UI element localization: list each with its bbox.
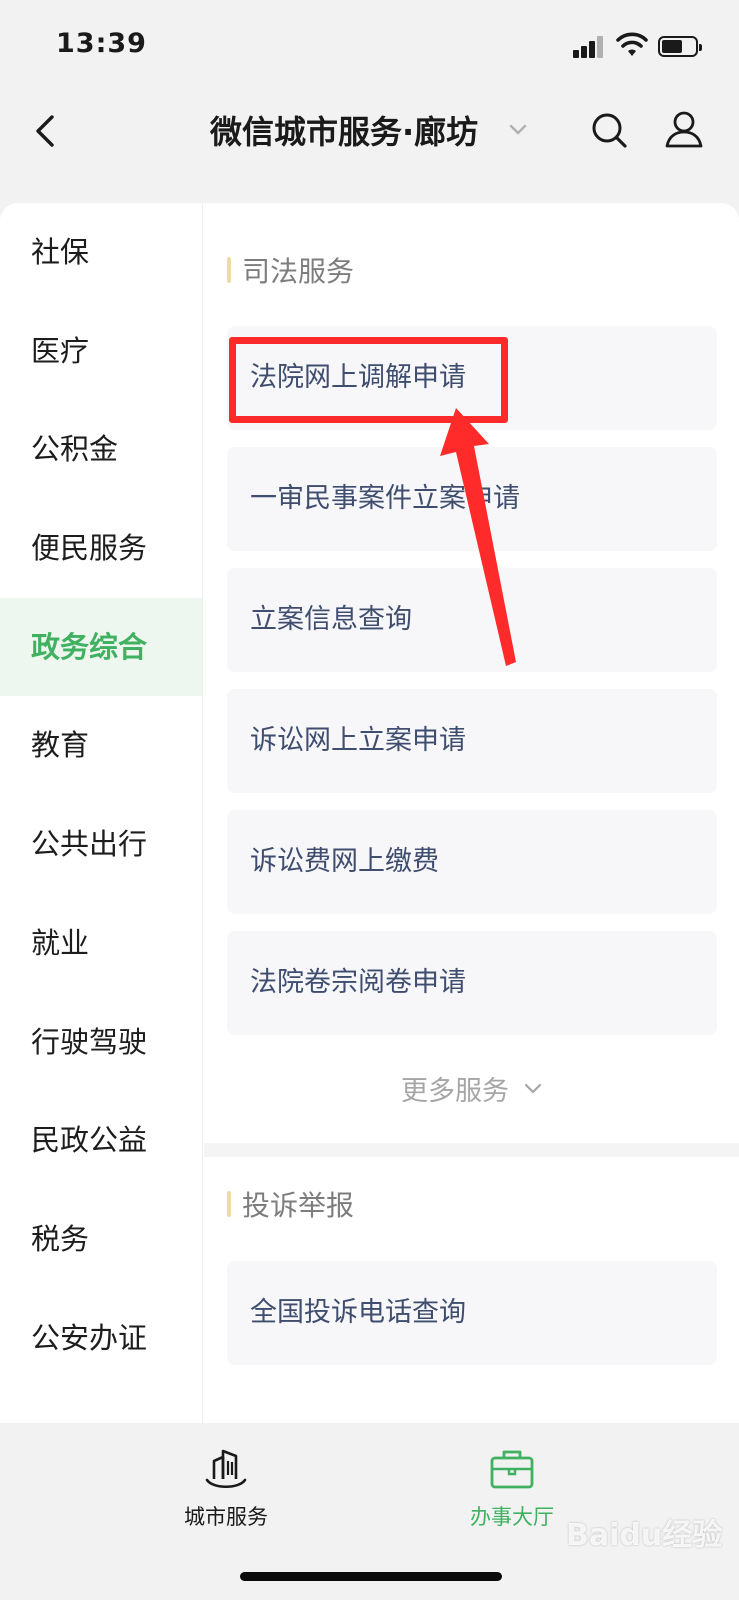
service-item[interactable]: 全国投诉电话查询 bbox=[227, 1261, 717, 1365]
section-divider bbox=[204, 1143, 739, 1157]
service-item[interactable]: 立案信息查询 bbox=[227, 568, 717, 672]
annotation-highlight-box bbox=[229, 337, 508, 423]
section-marker bbox=[227, 257, 231, 283]
page-title[interactable]: 微信城市服务·廊坊 bbox=[210, 107, 478, 153]
service-item[interactable]: 诉讼网上立案申请 bbox=[227, 689, 717, 793]
sidebar-item-housing-fund[interactable]: 公积金 bbox=[0, 400, 202, 499]
home-indicator[interactable] bbox=[240, 1572, 502, 1581]
user-icon[interactable] bbox=[664, 109, 704, 149]
tab-city-services[interactable]: 城市服务 bbox=[146, 1447, 306, 1531]
chevron-down-icon[interactable] bbox=[508, 121, 528, 137]
nav-bar: 微信城市服务·廊坊 bbox=[0, 95, 739, 195]
baidu-watermark-logo: Baidu经验 bbox=[566, 1518, 723, 1553]
city-building-icon bbox=[205, 1449, 247, 1489]
sidebar-item-public-transport[interactable]: 公共出行 bbox=[0, 795, 202, 894]
status-bar: 13:39 bbox=[0, 0, 739, 95]
sidebar-item-social-security[interactable]: 社保 bbox=[0, 203, 202, 302]
sidebar-item-education[interactable]: 教育 bbox=[0, 696, 202, 795]
sidebar-item-tax[interactable]: 税务 bbox=[0, 1190, 202, 1289]
category-sidebar: 社保 医疗 公积金 便民服务 政务综合 教育 公共出行 就业 行驶驾驶 民政公益… bbox=[0, 203, 203, 1423]
status-time: 13:39 bbox=[56, 28, 147, 59]
service-item[interactable]: 一审民事案件立案申请 bbox=[227, 447, 717, 551]
more-services-label: 更多服务 bbox=[400, 1076, 509, 1107]
back-icon[interactable] bbox=[28, 111, 68, 151]
signal-icon bbox=[573, 34, 605, 58]
section-header: 投诉举报 bbox=[227, 1184, 354, 1224]
more-services-button[interactable]: 更多服务 bbox=[204, 1069, 739, 1109]
wifi-icon bbox=[616, 32, 648, 56]
sidebar-item-civil-affairs[interactable]: 民政公益 bbox=[0, 1091, 202, 1190]
briefcase-icon bbox=[490, 1450, 534, 1489]
battery-icon bbox=[658, 36, 702, 57]
sidebar-item-government-affairs[interactable]: 政务综合 bbox=[0, 597, 202, 697]
chevron-down-icon bbox=[524, 1083, 542, 1093]
section-header: 司法服务 bbox=[227, 250, 354, 290]
sidebar-item-employment[interactable]: 就业 bbox=[0, 894, 202, 993]
sidebar-item-driving[interactable]: 行驶驾驶 bbox=[0, 993, 202, 1092]
tab-city-services-label: 城市服务 bbox=[184, 1505, 268, 1529]
section-title: 投诉举报 bbox=[242, 1189, 355, 1222]
sidebar-item-police-certificates[interactable]: 公安办证 bbox=[0, 1289, 202, 1388]
sidebar-item-medical[interactable]: 医疗 bbox=[0, 302, 202, 401]
section-title: 司法服务 bbox=[242, 255, 355, 288]
service-item[interactable]: 法院卷宗阅卷申请 bbox=[227, 931, 717, 1035]
section-marker bbox=[227, 1191, 231, 1217]
search-icon[interactable] bbox=[590, 111, 628, 149]
service-item[interactable]: 诉讼费网上缴费 bbox=[227, 810, 717, 914]
sidebar-item-public-services[interactable]: 便民服务 bbox=[0, 499, 202, 598]
